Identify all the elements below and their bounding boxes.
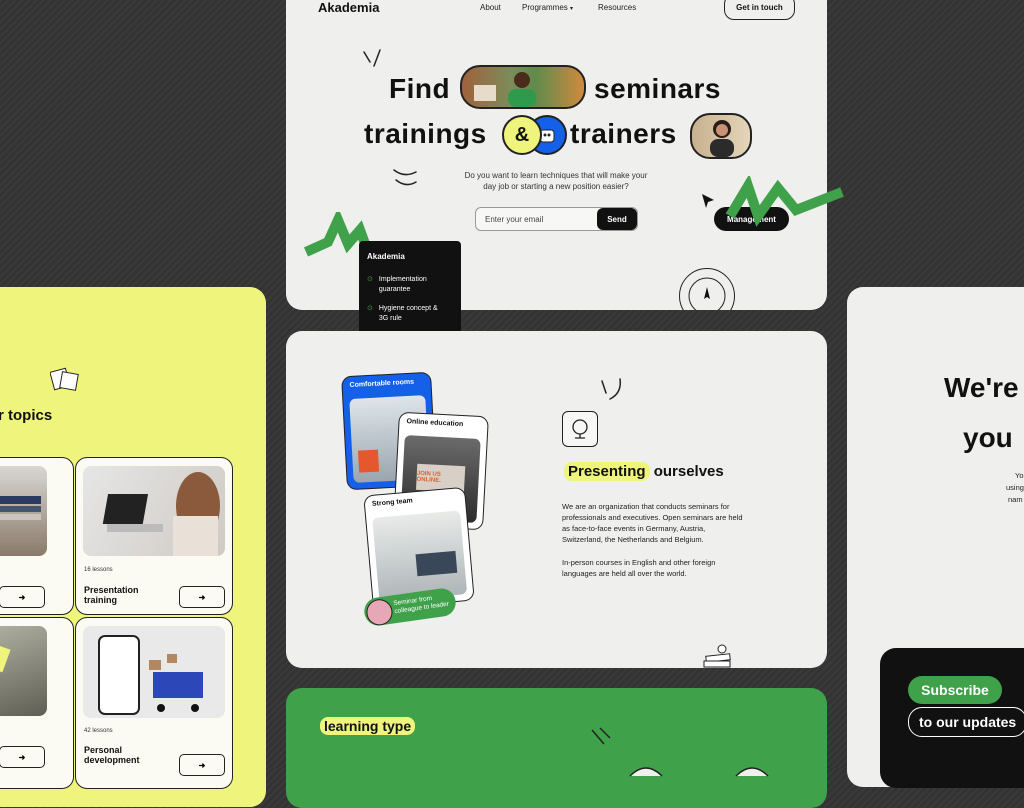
headline-trainings: trainings — [364, 118, 487, 149]
topic-card-partial-1[interactable]: ➜ — [0, 457, 74, 615]
nav-about[interactable]: About — [480, 3, 501, 12]
presenting-paragraph-1: We are an organization that conducts sem… — [562, 502, 743, 544]
right-heading-line1: We're — [944, 372, 1019, 403]
presenting-title: Presenting ourselves — [564, 462, 724, 481]
feature-item: ⊙ Implementation guarantee — [367, 276, 427, 293]
headline-find: Find — [389, 73, 451, 104]
globe-icon — [562, 411, 598, 447]
features-card: Akademia ⊙ Implementation guarantee ⊙ Hyg… — [359, 241, 461, 336]
squiggle-decoration — [393, 169, 417, 186]
right-text: nam — [1008, 495, 1023, 504]
compass-stamp-icon — [679, 268, 735, 310]
email-input[interactable]: Enter your email — [485, 215, 597, 224]
feature-item: ⊙ Hygiene concept & 3G rule — [367, 305, 438, 322]
headline-trainers: trainers — [570, 118, 677, 149]
hero-photo-trainer — [690, 113, 752, 159]
avatar — [364, 597, 395, 627]
subscribe-text: to our updates — [908, 707, 1024, 737]
right-heading-line2: you — [963, 422, 1013, 453]
topic-card-personal[interactable]: 42 lessons Personal development ➜ — [75, 617, 233, 789]
topics-title: r topics — [0, 407, 53, 424]
right-text: using — [1006, 483, 1024, 492]
arrow-button[interactable]: ➜ — [179, 586, 225, 608]
nav-resources[interactable]: Resources — [598, 3, 636, 12]
get-in-touch-button[interactable]: Get in touch — [724, 0, 795, 20]
topics-panel: r topics ➜ 16 lessons Presentation traini… — [0, 287, 266, 807]
presenting-panel: Comfortable rooms Online education JOIN … — [286, 331, 827, 668]
headline-seminars: seminars — [594, 73, 721, 104]
learning-type-panel: learning type — [286, 688, 827, 808]
notes-icon — [49, 367, 80, 398]
lessons-count: 16 lessons — [84, 567, 113, 573]
logo[interactable]: Akademia — [318, 0, 379, 15]
email-form: Enter your email Send — [475, 207, 638, 231]
arrow-button[interactable]: ➜ — [179, 754, 225, 776]
topic-card-presentation[interactable]: 16 lessons Presentation training ➜ — [75, 457, 233, 615]
presenting-paragraph-2: In-person courses in English and other f… — [562, 558, 716, 578]
topic-card-partial-2[interactable]: ➜ — [0, 617, 74, 789]
squiggle-decoration — [363, 49, 381, 67]
learning-type-title: learning type — [320, 717, 416, 735]
chevron-down-icon: ▾ — [570, 6, 574, 12]
right-text: Yo — [1015, 471, 1024, 480]
topic-name: Presentation training — [84, 585, 139, 605]
subscribe-panel: Subscribe to our updates — [880, 648, 1024, 788]
check-circle-icon: ⊙ — [367, 276, 373, 283]
arrow-button[interactable]: ➜ — [0, 746, 45, 768]
books-icon — [703, 644, 731, 668]
squiggle-decoration — [591, 727, 611, 745]
subscribe-button[interactable]: Subscribe — [908, 676, 1002, 704]
arrow-button[interactable]: ➜ — [0, 586, 45, 608]
ampersand-badge: & — [502, 115, 542, 155]
cursor-icon — [702, 194, 714, 208]
card-logo: Akademia — [367, 252, 405, 261]
arc-decoration — [629, 767, 769, 777]
hero-subtitle: Do you want to learn techniques that wil… — [464, 171, 648, 191]
send-button[interactable]: Send — [597, 208, 637, 230]
topic-name: Personal development — [84, 745, 140, 765]
squiggle-decoration — [601, 378, 622, 400]
zigzag-decoration — [725, 176, 844, 227]
check-circle-icon: ⊙ — [367, 305, 373, 312]
hero-photo-woman — [460, 65, 586, 109]
nav-programmes[interactable]: Programmes ▾ — [522, 3, 573, 12]
lessons-count: 42 lessons — [84, 728, 113, 734]
